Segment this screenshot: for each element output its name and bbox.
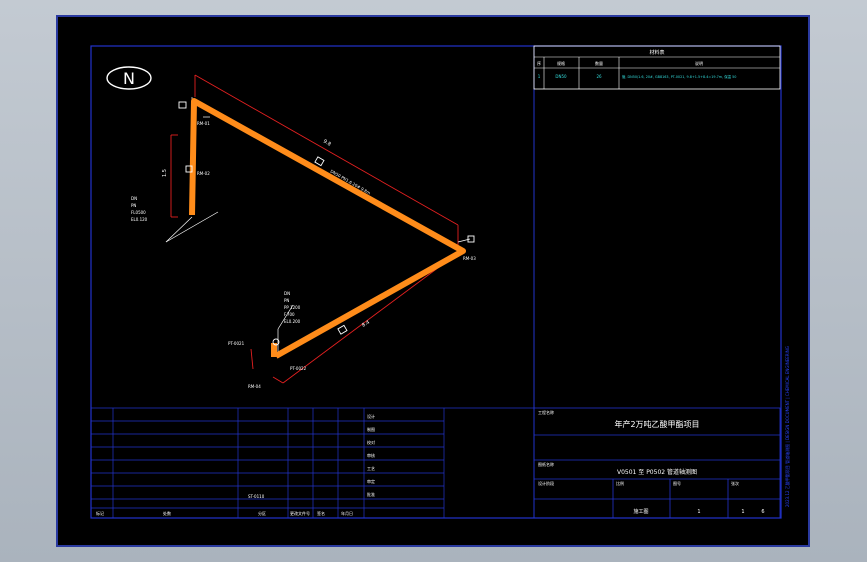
footer-left-3: 更改文件号 xyxy=(290,510,310,516)
svg-text:PP 1200: PP 1200 xyxy=(284,305,301,310)
sign-row-0: 设计 xyxy=(367,413,375,419)
node-label-3: RM-03 xyxy=(463,256,476,261)
north-arrow-icon: N xyxy=(106,66,152,90)
svg-text:PN: PN xyxy=(131,203,136,208)
node-label-2: RM-02 xyxy=(197,171,210,176)
sign-row-6: 批准 xyxy=(367,491,375,497)
footer-left-1: 处数 xyxy=(163,510,171,516)
project-caption: 工程名称 xyxy=(538,409,554,415)
drawing-name: V0501 至 P0502 管道轴测图 xyxy=(617,468,697,476)
row-spec: DN50 xyxy=(555,74,567,79)
cell-label-0: 设计阶段 xyxy=(538,480,554,486)
sign-row-4: 工艺 xyxy=(367,466,375,471)
dim-lower-run: 8.4 xyxy=(361,320,371,329)
sign-row-3: 审核 xyxy=(367,452,375,458)
left-note: DN PN FL0500 EL0.120 xyxy=(131,196,148,222)
sheet-scale: 1 xyxy=(697,509,700,515)
svg-text:F.700: F.700 xyxy=(284,312,295,317)
left-pt-label: PT-0021 xyxy=(228,341,245,346)
sheet-num: 1 xyxy=(741,509,744,515)
cad-drawing: N 9.8 1.5 8.4 DN50 PN1.6 20# 9.8m RM-01 … xyxy=(90,45,790,519)
sign-row-5: 审定 xyxy=(367,478,375,484)
node-label-1: RM-01 xyxy=(197,121,210,126)
left-code: ST-0110 xyxy=(248,494,265,499)
svg-text:EL0.120: EL0.120 xyxy=(131,217,148,222)
footer-left-2: 分区 xyxy=(258,510,266,516)
side-margin-text: 2023.12 乙酸甲酯项目 管道轴测图 | DESIGN DOCUMENT |… xyxy=(784,346,790,507)
svg-text:PN: PN xyxy=(284,298,289,303)
svg-text:DN: DN xyxy=(131,196,137,201)
col-header-spec: 规格 xyxy=(557,60,565,66)
footer-left-0: 标记 xyxy=(96,510,104,516)
cell-label-2: 图号 xyxy=(673,480,681,486)
under-pt-label: PT-0022 xyxy=(290,366,307,371)
sign-row-2: 校对 xyxy=(367,439,375,445)
revision-table xyxy=(91,407,534,518)
material-table: 材料表 序 规格 数量 说明 1 DN50 26 管, DN50/1.6, 20… xyxy=(533,45,781,90)
drawing-sheet: N 9.8 1.5 8.4 DN50 PN1.6 20# 9.8m RM-01 … xyxy=(56,15,810,547)
drawing-caption: 图纸名称 xyxy=(538,461,554,467)
project-name: 年产2万吨乙酸甲酯项目 xyxy=(614,419,699,429)
svg-text:N: N xyxy=(123,69,135,88)
sheet-stage: 施工图 xyxy=(633,508,648,515)
svg-text:DN: DN xyxy=(284,291,290,296)
col-header-desc: 说明 xyxy=(695,60,703,66)
cell-label-1: 比例 xyxy=(616,480,624,486)
cell-label-3: 张次 xyxy=(731,480,739,486)
col-header-qty: 数量 xyxy=(595,60,603,66)
dim-top-run: 9.8 xyxy=(322,139,332,148)
row-index: 1 xyxy=(538,74,541,79)
lower-note: DN PN PP 1200 F.700 EL0.200 xyxy=(284,291,301,324)
node-label-4: RM-04 xyxy=(248,384,261,389)
col-header-index: 序 xyxy=(537,60,541,66)
dim-left-riser: 1.5 xyxy=(162,169,168,177)
footer-left-5: 年月日 xyxy=(341,510,353,516)
row-desc: 管, DN50/1.6, 20#, GB8163, PT-0021, 9.8+1… xyxy=(622,74,736,79)
sign-row-1: 制图 xyxy=(367,426,375,432)
svg-text:EL0.200: EL0.200 xyxy=(284,319,301,324)
sheet-total: 6 xyxy=(761,509,764,515)
material-table-title: 材料表 xyxy=(649,49,664,56)
svg-text:FL0500: FL0500 xyxy=(131,210,146,215)
row-qty: 26 xyxy=(596,74,602,79)
footer-left-4: 签名 xyxy=(317,510,325,516)
